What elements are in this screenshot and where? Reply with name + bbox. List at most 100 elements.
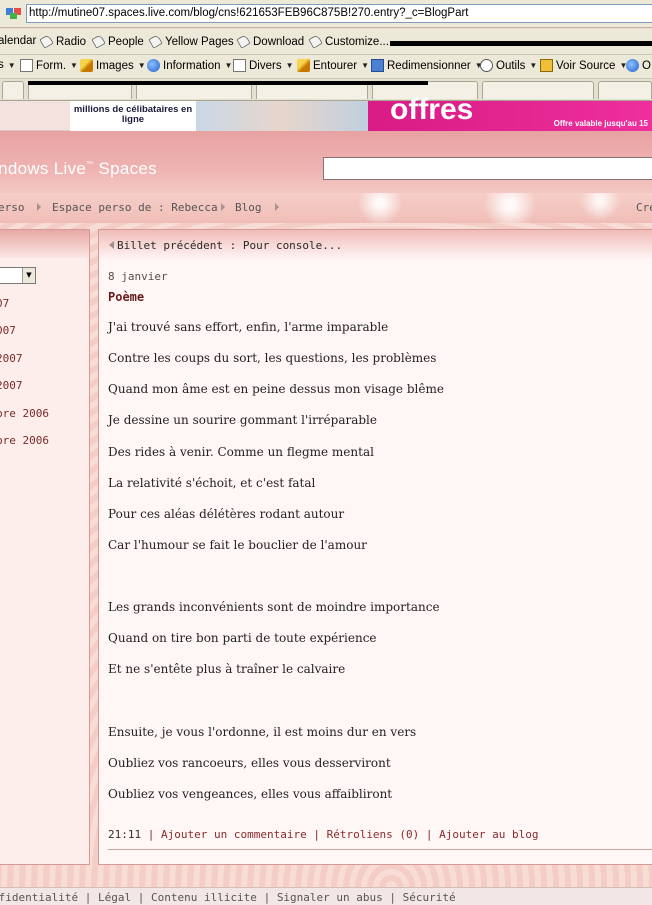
ad-photo[interactable] — [196, 101, 368, 131]
archive-link[interactable]: bre 2006 — [0, 434, 49, 447]
tab-7[interactable] — [598, 81, 652, 99]
add-comment-link[interactable]: Ajouter un commentaire — [161, 828, 307, 841]
ad-dating-text[interactable]: millions de célibataires en ligne — [70, 101, 196, 131]
poem-line: Quand on tire bon parti de toute expérie… — [108, 631, 377, 645]
poem-line: Je dessine un sourire gommant l'irrépara… — [108, 413, 377, 427]
breadcrumb-item-space[interactable]: Espace perso de : Rebecca — [52, 201, 218, 214]
tool-menu-first[interactable]: s▼ — [0, 59, 16, 71]
trackbacks-link[interactable]: Rétroliens (0) — [327, 828, 420, 841]
post-divider — [108, 849, 652, 850]
archive-link[interactable]: 2007 — [0, 379, 23, 392]
link-icon — [308, 34, 323, 49]
tab-6[interactable] — [482, 81, 594, 99]
breadcrumb-separator-icon — [37, 203, 41, 211]
search-input[interactable] — [323, 157, 652, 180]
poem-line: La relativité s'échoit, et c'est fatal — [108, 476, 316, 490]
clock-icon — [480, 59, 493, 72]
address-bar: http://mutine07.spaces.live.com/blog/cns… — [0, 0, 652, 28]
breadcrumb-separator-icon — [275, 203, 279, 211]
left-arrow-icon — [109, 241, 114, 249]
links-item-yellow-pages[interactable]: Yellow Pages — [148, 34, 234, 49]
tool-menu-outils[interactable]: Outils ▼ — [480, 59, 537, 72]
breadcrumb-item-blog[interactable]: Blog — [235, 201, 262, 214]
archive-select[interactable]: ▼ — [0, 267, 36, 284]
poem-line: Quand mon âme est en peine dessus mon vi… — [108, 382, 444, 396]
archive-link[interactable]: 2007 — [0, 352, 23, 365]
caret-icon: ▼ — [70, 61, 78, 70]
pencil-icon — [297, 59, 310, 72]
tool-menu-redimensionner[interactable]: Redimensionner ▼ — [371, 59, 483, 72]
footer-link-privacy[interactable]: nfidentialité — [0, 891, 78, 904]
links-item-download[interactable]: Download — [236, 34, 304, 49]
caret-icon: ▼ — [529, 61, 538, 70]
link-icon — [91, 34, 106, 49]
ad-offers-title: offres — [390, 93, 474, 126]
ad-offers[interactable]: offres Offre valable jusqu'au 15 — [368, 93, 652, 131]
footer-link-illegal-content[interactable]: Contenu illicite — [151, 891, 257, 904]
archive-link[interactable]: 07 — [0, 297, 9, 310]
ad-offer-validity: Offre valable jusqu'au 15 — [553, 119, 648, 128]
tab-redaction-bar — [28, 81, 428, 85]
tab-strip — [0, 79, 652, 101]
links-toolbar: alendar Radio People Yellow Pages Downlo… — [0, 29, 652, 55]
tab-1[interactable] — [2, 81, 24, 99]
tool-menu-voir-source[interactable]: Voir Source ▼ — [540, 59, 627, 72]
poem-line: Car l'humour se fait le bouclier de l'am… — [108, 538, 367, 552]
tool-menu-entourer[interactable]: Entourer ▼ — [297, 59, 369, 72]
caret-icon: ▼ — [285, 61, 294, 70]
tool-menu-divers[interactable]: Divers ▼ — [233, 59, 294, 72]
caret-icon: ▼ — [7, 60, 16, 70]
link-icon — [148, 34, 163, 49]
breadcrumb: erso Espace perso de : Rebecca Blog Cre — [0, 193, 652, 223]
ad-banner[interactable]: millions de célibataires en ligne offres… — [0, 93, 652, 131]
info-icon — [147, 59, 160, 72]
tool-menu-form[interactable]: Form. ▼ — [20, 59, 78, 72]
breadcrumb-separator-icon — [221, 203, 225, 211]
tool-menu-last[interactable]: O — [626, 59, 651, 72]
links-item-people[interactable]: People — [91, 34, 144, 49]
poem-line: Et ne s'entête plus à traîner le calvair… — [108, 662, 346, 676]
spaces-header: indows Live™ Spaces — [0, 131, 652, 193]
poem-line: Les grands inconvénients sont de moindre… — [108, 600, 440, 614]
footer-link-security[interactable]: Sécurité — [403, 891, 456, 904]
form-icon — [20, 59, 33, 72]
poem-line: Contre les coups du sort, les questions,… — [108, 351, 437, 365]
source-icon — [540, 59, 553, 72]
poem-line: Des rides à venir. Comme un flegme menta… — [108, 445, 374, 459]
poem-line: Pour ces aléas délétères rodant autour — [108, 507, 345, 521]
list-icon — [233, 59, 246, 72]
poem-line: J'ai trouvé sans effort, enfin, l'arme i… — [108, 320, 389, 334]
links-item-calendar[interactable]: alendar — [0, 35, 36, 47]
poem-line: Oubliez vos rancoeurs, elles vous desser… — [108, 756, 391, 770]
breadcrumb-item-perso[interactable]: erso — [0, 201, 25, 214]
footer-link-report-abuse[interactable]: Signaler un abus — [277, 891, 383, 904]
tool-menu-information[interactable]: Information ▼ — [147, 59, 232, 72]
add-to-blog-link[interactable]: Ajouter au blog — [439, 828, 538, 841]
archive-panel-header — [0, 230, 89, 258]
globe-icon — [626, 59, 639, 72]
chevron-down-icon[interactable]: ▼ — [22, 268, 35, 283]
site-favicon-icon — [6, 6, 22, 20]
post-title[interactable]: Poème — [108, 290, 144, 304]
create-link[interactable]: Cre — [636, 201, 652, 214]
caret-icon: ▼ — [361, 61, 370, 70]
links-item-radio[interactable]: Radio — [39, 34, 86, 49]
archive-link[interactable]: bre 2006 — [0, 407, 49, 420]
archive-link[interactable]: 007 — [0, 324, 16, 337]
link-icon — [39, 34, 54, 49]
post-time: 21:11 — [108, 828, 142, 841]
poem-line: Ensuite, je vous l'ordonne, il est moins… — [108, 725, 417, 739]
post-footer: 21:11 | Ajouter un commentaire | Rétroli… — [108, 828, 539, 841]
tool-menu-images[interactable]: Images ▼ — [80, 59, 146, 72]
post-date: 8 janvier — [108, 270, 168, 283]
images-icon — [80, 59, 93, 72]
previous-post-link[interactable]: Billet précédent : Pour console... — [109, 239, 342, 252]
links-item-customize[interactable]: Customize... — [308, 34, 389, 49]
archive-panel: ▼ 07 007 2007 2007 bre 2006 bre 2006 — [0, 229, 90, 865]
caret-icon: ▼ — [224, 61, 233, 70]
windows-live-spaces-logo[interactable]: indows Live™ Spaces — [0, 159, 157, 179]
url-field[interactable]: http://mutine07.spaces.live.com/blog/cns… — [26, 4, 652, 23]
window-icon — [371, 59, 384, 72]
footer-link-legal[interactable]: Légal — [98, 891, 131, 904]
site-footer: nfidentialité | Légal | Contenu illicite… — [0, 887, 652, 905]
